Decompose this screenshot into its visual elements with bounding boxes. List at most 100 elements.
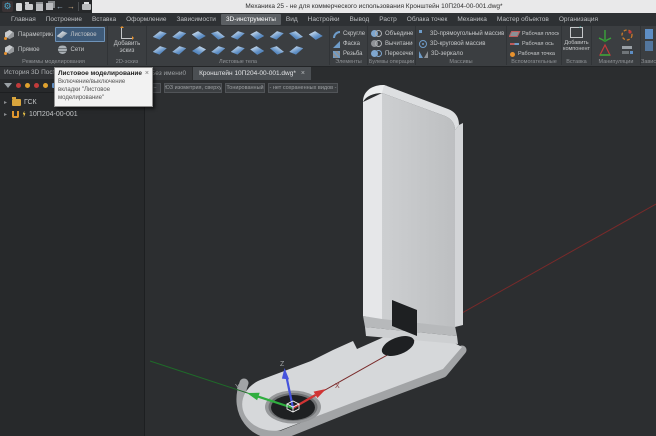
marker-yellow-icon[interactable] bbox=[25, 83, 30, 88]
save-all-icon[interactable] bbox=[46, 3, 53, 10]
chamfer-icon bbox=[333, 41, 340, 48]
mesh-icon bbox=[57, 44, 68, 55]
new-file-icon[interactable] bbox=[16, 3, 22, 11]
tooltip-title: Листовое моделирование bbox=[58, 70, 142, 77]
3d-model-canvas[interactable]: X Y Z bbox=[145, 80, 656, 436]
sheet-tool-icon[interactable] bbox=[270, 45, 284, 56]
thread-button[interactable]: Резьба bbox=[332, 49, 365, 59]
sheet-tool-icon[interactable] bbox=[250, 30, 264, 41]
tab-vid[interactable]: Вид bbox=[281, 14, 303, 25]
save-icon[interactable] bbox=[36, 2, 43, 11]
tab-vyvod[interactable]: Вывод bbox=[345, 14, 375, 25]
sheet-tool-icon[interactable] bbox=[192, 45, 206, 56]
sheet-tool-icon[interactable] bbox=[192, 30, 206, 41]
sheet-tool-icon[interactable] bbox=[153, 45, 167, 56]
sheet-tool-icon[interactable] bbox=[250, 45, 264, 56]
align-gizmo-icon[interactable] bbox=[620, 43, 634, 57]
ribbon-group-manipulations: Манипуляции bbox=[592, 26, 641, 65]
sheet-tool-icon[interactable] bbox=[270, 30, 284, 41]
rect-array-button[interactable]: 3D-прямоугольный массив bbox=[418, 29, 504, 39]
sheet-tool-icon[interactable] bbox=[289, 30, 303, 41]
saved-views-control[interactable]: - нет сохраненных видов - bbox=[268, 83, 338, 93]
sheet-tool-icon[interactable] bbox=[231, 45, 245, 56]
tab-3d-instrumenty[interactable]: 3D-инструменты bbox=[221, 14, 281, 25]
listovoe-button[interactable]: Листовое bbox=[55, 27, 106, 42]
sheet-tool-icon[interactable] bbox=[231, 30, 245, 41]
tab-nastroyki[interactable]: Настройки bbox=[303, 14, 345, 25]
sheet-tool-icon[interactable] bbox=[172, 45, 186, 56]
marker-red-icon[interactable] bbox=[16, 83, 21, 88]
chamfer-button[interactable]: Фаска bbox=[332, 39, 365, 49]
marker-red-icon[interactable] bbox=[34, 83, 39, 88]
circular-array-button[interactable]: 3D-круговой массив bbox=[418, 39, 504, 49]
subtract-button[interactable]: Вычитание bbox=[370, 39, 413, 49]
tab-postroenie[interactable]: Построение bbox=[41, 14, 87, 25]
intersect-label: Пересечение bbox=[385, 51, 413, 57]
parametrika-button[interactable]: Параметрика bbox=[2, 27, 53, 42]
work-axis-icon bbox=[510, 43, 519, 45]
circular-array-label: 3D-круговой массив bbox=[430, 41, 485, 47]
tab-master-obektov[interactable]: Мастер объектов bbox=[492, 14, 554, 25]
tab-rastr[interactable]: Растр bbox=[374, 14, 402, 25]
work-axis-button[interactable]: Рабочая ось bbox=[509, 39, 559, 49]
work-plane-button[interactable]: Рабочая плоскость bbox=[509, 29, 559, 39]
tab-oformlenie[interactable]: Оформление bbox=[121, 14, 171, 25]
tab-vstavka[interactable]: Вставка bbox=[87, 14, 121, 25]
viewport-menu-label: − bbox=[153, 85, 156, 91]
view-orientation-label: ЮЗ изометрия, сверху bbox=[164, 85, 222, 91]
tab-zavisimosti[interactable]: Зависимости bbox=[171, 14, 220, 25]
bolt-icon bbox=[22, 111, 26, 118]
group-label: Листовые тела bbox=[147, 59, 329, 65]
ribbon-group-elements: Скругление Фаска Резьба Элементы bbox=[330, 26, 368, 65]
tab-oblaka-tochek[interactable]: Облака точек bbox=[402, 14, 453, 25]
expand-icon[interactable]: ▸ bbox=[4, 111, 9, 118]
union-button[interactable]: Объединение bbox=[370, 29, 413, 39]
tree-item-part[interactable]: ▸ 10П204-00-001 bbox=[0, 108, 144, 120]
undo-icon[interactable]: ← bbox=[56, 2, 64, 11]
tab-glavnaya[interactable]: Главная bbox=[6, 14, 41, 25]
add-component-label: Добавить компонент bbox=[562, 40, 592, 52]
move-gizmo-icon[interactable] bbox=[598, 28, 612, 42]
sheet-tool-icon[interactable] bbox=[211, 30, 225, 41]
scale-gizmo-icon[interactable] bbox=[598, 43, 612, 57]
ribbon-group-boolean: Объединение Вычитание Пересечение Булевы… bbox=[368, 26, 416, 65]
tab-organizatsiya[interactable]: Организация bbox=[554, 14, 603, 25]
sheet-tool-icon[interactable] bbox=[153, 30, 167, 41]
fillet-button[interactable]: Скругление bbox=[332, 29, 365, 39]
parametrika-label: Параметрика bbox=[18, 32, 53, 38]
open-file-icon[interactable] bbox=[25, 4, 33, 10]
add-component-button[interactable]: Добавить компонент bbox=[564, 27, 589, 58]
intersect-button[interactable]: Пересечение bbox=[370, 49, 413, 59]
work-plane-label: Рабочая плоскость bbox=[522, 31, 559, 37]
pryamoe-button[interactable]: Прямое bbox=[2, 42, 53, 57]
rotate-gizmo-icon[interactable] bbox=[620, 28, 634, 42]
redo-icon[interactable]: → bbox=[67, 2, 75, 11]
expand-icon[interactable]: ▸ bbox=[4, 99, 9, 106]
close-tab-icon[interactable]: × bbox=[301, 70, 305, 77]
visual-style-control[interactable]: Тонированный bbox=[225, 83, 265, 93]
mirror-button[interactable]: 3D-зеркало bbox=[418, 49, 504, 59]
group-label: Манипуляции bbox=[592, 59, 640, 65]
sheet-tool-icon[interactable] bbox=[289, 45, 303, 56]
app-logo-icon[interactable]: ⚙ bbox=[2, 1, 13, 12]
doc-tab-kronshteyn[interactable]: Кронштейн 10П204-00-001.dwg* × bbox=[193, 67, 311, 80]
filter-icon[interactable] bbox=[4, 83, 12, 92]
sheet-tool-icon[interactable] bbox=[309, 30, 323, 41]
sheet-tool-icon[interactable] bbox=[211, 45, 225, 56]
seti-button[interactable]: Сети bbox=[55, 42, 106, 57]
tab-mekhanika[interactable]: Механика bbox=[452, 14, 492, 25]
mirror-label: 3D-зеркало bbox=[431, 51, 463, 57]
tooltip-close-icon[interactable]: × bbox=[145, 70, 149, 77]
print-icon[interactable] bbox=[82, 4, 91, 10]
add-sketch-button[interactable]: Добавить эскиз bbox=[110, 27, 144, 58]
sheet-tool-icon[interactable] bbox=[172, 30, 186, 41]
group-label: Массивы bbox=[416, 59, 506, 65]
bracket-wall[interactable] bbox=[363, 85, 463, 360]
constraint-icon[interactable] bbox=[645, 41, 653, 51]
marker-yellow-icon[interactable] bbox=[43, 83, 48, 88]
work-point-button[interactable]: Рабочая точка bbox=[509, 49, 559, 59]
sketch-axes-icon bbox=[121, 27, 133, 39]
app-window: { "titlebar": { "title": "Механика 25 - … bbox=[0, 0, 656, 436]
constraint-icon[interactable] bbox=[645, 29, 653, 39]
view-orientation-control[interactable]: ЮЗ изометрия, сверху bbox=[164, 83, 222, 93]
